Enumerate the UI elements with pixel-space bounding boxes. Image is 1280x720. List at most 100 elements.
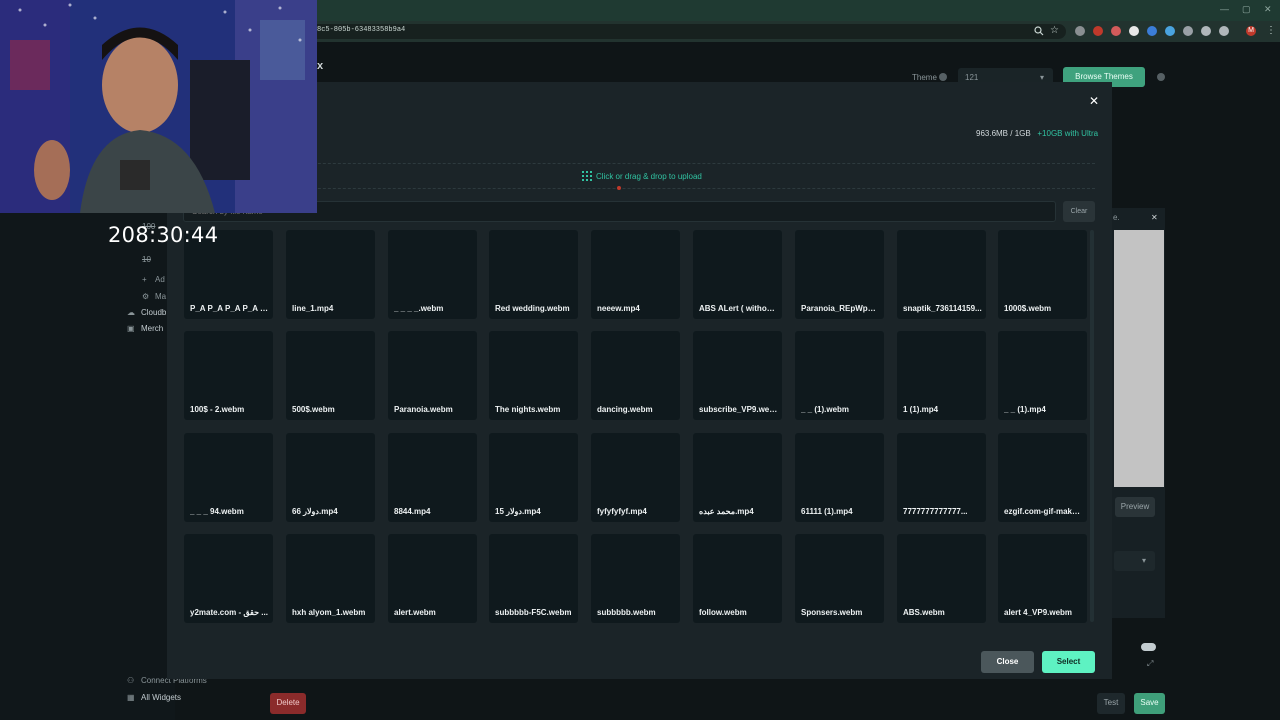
upload-label: Click or drag & drop to upload bbox=[596, 172, 702, 181]
bookmark-star-icon[interactable]: ☆ bbox=[1050, 25, 1059, 36]
file-name: neeew.mp4 bbox=[597, 304, 640, 313]
file-tile[interactable]: 8844.mp4 bbox=[388, 433, 477, 522]
maximize-icon[interactable]: ▢ bbox=[1242, 4, 1251, 15]
puzzle-icon[interactable] bbox=[1219, 26, 1229, 36]
file-tile[interactable]: 100$ - 2.webm bbox=[184, 331, 273, 420]
file-tile[interactable]: محمد عبده.mp4 bbox=[693, 433, 782, 522]
extension-icon[interactable] bbox=[1147, 26, 1157, 36]
select-label: Select bbox=[1056, 657, 1081, 666]
file-tile[interactable]: Paranoia.webm bbox=[388, 331, 477, 420]
window-close-icon[interactable]: ✕ bbox=[1264, 4, 1272, 15]
file-tile[interactable]: Sponsers.webm bbox=[795, 534, 884, 623]
file-tile[interactable]: _ _ _ _.webm bbox=[388, 230, 477, 319]
sidebar-item-merch[interactable]: Merch bbox=[141, 324, 163, 333]
file-name: ABS.webm bbox=[903, 608, 945, 617]
cursor-marker bbox=[617, 186, 621, 190]
file-tile[interactable]: The nights.webm bbox=[489, 331, 578, 420]
panel-close-icon[interactable]: ✕ bbox=[1151, 213, 1158, 222]
preview-button[interactable]: Preview bbox=[1115, 497, 1155, 517]
file-tile[interactable]: alert 4_VP9.webm bbox=[998, 534, 1087, 623]
file-tile[interactable]: ABS.webm bbox=[897, 534, 986, 623]
file-name: dancing.webm bbox=[597, 405, 653, 414]
sidebar-item-manage[interactable]: Ma bbox=[155, 292, 166, 301]
extension-icon[interactable] bbox=[1075, 26, 1085, 36]
file-tile[interactable]: fyfyfyfyf.mp4 bbox=[591, 433, 680, 522]
close-button[interactable]: Close bbox=[981, 651, 1034, 673]
url-text: 8c5-805b-63483358b9a4 bbox=[317, 26, 406, 34]
file-name: Paranoia.webm bbox=[394, 405, 453, 414]
extension-icon[interactable] bbox=[1111, 26, 1121, 36]
file-tile[interactable]: ezgif.com-gif-maker... bbox=[998, 433, 1087, 522]
upload-prompt[interactable]: Click or drag & drop to upload bbox=[582, 171, 702, 181]
shirt-icon: ▣ bbox=[127, 324, 135, 333]
file-tile[interactable]: subscribe_VP9.webm bbox=[693, 331, 782, 420]
file-tile[interactable]: _ _ _ 94.webm bbox=[184, 433, 273, 522]
extension-icon[interactable] bbox=[1093, 26, 1103, 36]
storage-upgrade-link[interactable]: +10GB with Ultra bbox=[1037, 129, 1098, 138]
select-button[interactable]: Select bbox=[1042, 651, 1095, 673]
file-tile[interactable]: subbbbb.webm bbox=[591, 534, 680, 623]
file-name: ezgif.com-gif-maker... bbox=[1004, 507, 1084, 516]
file-grid-scrollbar[interactable] bbox=[1090, 230, 1094, 622]
test-button[interactable]: Test bbox=[1097, 693, 1125, 714]
file-tile[interactable]: Paranoia_REpWpE.... bbox=[795, 230, 884, 319]
panel-select[interactable]: ▾ bbox=[1114, 551, 1155, 571]
file-tile[interactable]: 500$.webm bbox=[286, 331, 375, 420]
zoom-icon[interactable] bbox=[1034, 26, 1044, 36]
close-label: Close bbox=[996, 657, 1019, 666]
file-tile[interactable]: 1000$.webm bbox=[998, 230, 1087, 319]
file-tile[interactable]: _ _ (1).webm bbox=[795, 331, 884, 420]
kebab-menu-icon[interactable]: ⋮ bbox=[1266, 25, 1276, 36]
file-tile[interactable]: snaptik_736114159... bbox=[897, 230, 986, 319]
extension-icon[interactable] bbox=[1183, 26, 1193, 36]
extension-icon[interactable] bbox=[1201, 26, 1211, 36]
file-tile[interactable]: neeew.mp4 bbox=[591, 230, 680, 319]
webcam-feed-image bbox=[0, 0, 317, 213]
save-label: Save bbox=[1140, 698, 1159, 707]
file-tile[interactable]: ABS ALert ( without ... bbox=[693, 230, 782, 319]
sidebar-item-add[interactable]: Ad bbox=[155, 275, 165, 284]
file-name: subscribe_VP9.webm bbox=[699, 405, 779, 414]
address-bar[interactable] bbox=[300, 24, 1066, 39]
file-tile[interactable]: hxh alyom_1.webm bbox=[286, 534, 375, 623]
file-tile[interactable]: line_1.mp4 bbox=[286, 230, 375, 319]
file-tile[interactable]: 1 (1).mp4 bbox=[897, 331, 986, 420]
file-tile[interactable]: 7777777777777... bbox=[897, 433, 986, 522]
right-panel-text: e. bbox=[1113, 213, 1120, 222]
screen: { "browser": { "url": "8c5-805b-63483358… bbox=[0, 0, 1280, 720]
file-tile[interactable]: _ _ (1).mp4 bbox=[998, 331, 1087, 420]
expand-icon[interactable]: ⤢ bbox=[1147, 659, 1153, 669]
all-widgets-link[interactable]: All Widgets bbox=[141, 693, 181, 702]
clear-button[interactable]: Clear bbox=[1063, 201, 1095, 222]
file-name: Paranoia_REpWpE.... bbox=[801, 304, 881, 313]
file-tile[interactable]: subbbbb-F5C.webm bbox=[489, 534, 578, 623]
clear-label: Clear bbox=[1070, 208, 1088, 215]
file-tile[interactable]: Red wedding.webm bbox=[489, 230, 578, 319]
toggle-switch[interactable] bbox=[1141, 643, 1156, 651]
help-icon[interactable] bbox=[1157, 73, 1165, 81]
file-name: 7777777777777... bbox=[903, 507, 968, 516]
file-name: subbbbb-F5C.webm bbox=[495, 608, 572, 617]
file-tile[interactable]: alert.webm bbox=[388, 534, 477, 623]
avatar[interactable]: M bbox=[1246, 26, 1256, 36]
file-tile[interactable]: 66 دولار.mp4 bbox=[286, 433, 375, 522]
extension-icon[interactable] bbox=[1165, 26, 1175, 36]
save-button[interactable]: Save bbox=[1134, 693, 1165, 714]
link-icon: ⚇ bbox=[127, 676, 135, 685]
file-tile[interactable]: follow.webm bbox=[693, 534, 782, 623]
extension-icon[interactable] bbox=[1129, 26, 1139, 36]
file-name: 100$ - 2.webm bbox=[190, 405, 245, 414]
storage-usage: 963.6MB / 1GB +10GB with Ultra bbox=[976, 129, 1098, 138]
file-name: subbbbb.webm bbox=[597, 608, 656, 617]
file-name: _ _ _ _.webm bbox=[394, 304, 444, 313]
cloud-icon: ☁ bbox=[127, 308, 135, 317]
file-tile[interactable]: 61111 (1).mp4 bbox=[795, 433, 884, 522]
file-tile[interactable]: 15 دولار.mp4 bbox=[489, 433, 578, 522]
file-tile[interactable]: dancing.webm bbox=[591, 331, 680, 420]
file-tile[interactable]: y2mate.com - حقق ... bbox=[184, 534, 273, 623]
file-name: 61111 (1).mp4 bbox=[801, 507, 853, 516]
minimize-icon[interactable]: — bbox=[1220, 4, 1229, 14]
sidebar-item-cloudbot[interactable]: Cloudb bbox=[141, 308, 166, 317]
modal-close-icon[interactable]: ✕ bbox=[1089, 95, 1101, 107]
delete-button[interactable]: Delete bbox=[270, 693, 306, 714]
